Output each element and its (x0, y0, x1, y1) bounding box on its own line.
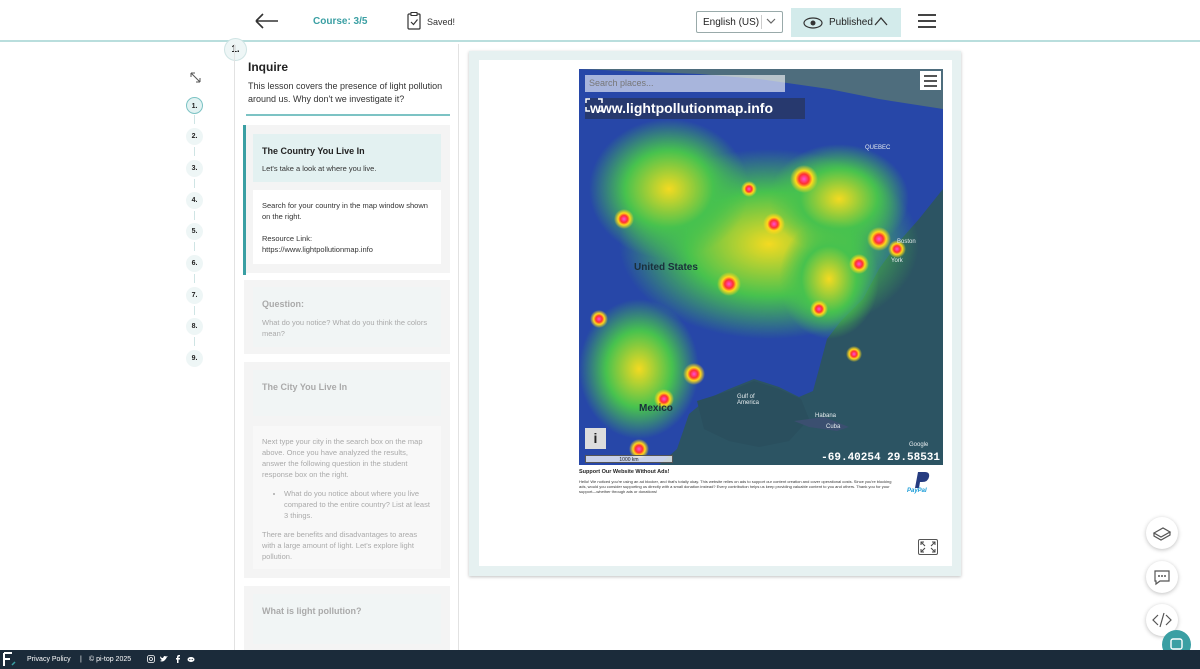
published-label: Published (829, 17, 873, 28)
map-label-boston: Boston (897, 239, 916, 245)
step-connector (194, 274, 195, 283)
language-select[interactable]: English (US) (696, 11, 783, 33)
step-connector (194, 337, 195, 346)
card-country-header: The Country You Live In Let's take a loo… (253, 134, 441, 182)
saved-check-icon (407, 12, 421, 30)
map-label-mexico: Mexico (639, 403, 673, 414)
top-bar: Course: 3/5 Saved! English (US) Publishe… (0, 0, 1200, 42)
step-connector (194, 115, 195, 124)
card-heading: Question: (262, 299, 304, 309)
course-progress[interactable]: Course: 3/5 (313, 16, 367, 27)
speech-bubble-icon (1154, 570, 1170, 586)
code-icon (1152, 612, 1172, 628)
map-label-us: United States (634, 262, 698, 273)
step-connector (194, 306, 195, 315)
ad-text: Hello! We noticed you're using an ad blo… (579, 479, 892, 494)
card-city-body: Next type your city in the search box on… (253, 426, 441, 569)
map-site-banner: www.lightpollutionmap.info (585, 98, 805, 119)
lesson-panel: Inquire This lesson covers the presence … (234, 44, 459, 650)
map-search-input[interactable]: Search places... (585, 75, 785, 92)
resource-link[interactable]: https://www.lightpollutionmap.info (262, 244, 432, 255)
embed-frame: Search places... www.lightpollutionmap.i… (479, 60, 952, 566)
resource-label: Resource Link: (262, 234, 313, 243)
expand-icon (920, 541, 936, 553)
map-label-cuba: Cuba (826, 424, 841, 430)
divider (246, 114, 450, 116)
step-7[interactable]: 7. (186, 287, 203, 304)
step-5[interactable]: 5. (186, 223, 203, 240)
step-2[interactable]: 2. (186, 128, 203, 145)
ad-heading: Support Our Website Without Ads! (579, 469, 670, 475)
fullscreen-icon[interactable] (585, 98, 603, 112)
step-4[interactable]: 4. (186, 192, 203, 209)
pi-top-logo-icon (3, 652, 16, 666)
facebook-icon[interactable] (174, 655, 182, 663)
step-connector (194, 147, 195, 156)
card-text: Search for your country in the map windo… (262, 201, 428, 221)
step-3[interactable]: 3. (186, 160, 203, 177)
map-label-quebec: QUEBEC (865, 145, 891, 151)
bullet-list: What do you notice about where you live … (284, 488, 432, 521)
expand-embed-button[interactable] (918, 539, 938, 555)
privacy-policy-link[interactable]: Privacy Policy (27, 656, 71, 663)
map-menu-icon[interactable] (920, 71, 941, 90)
resources-fab[interactable] (1146, 517, 1178, 549)
map-scale-bar: 1000 km (585, 455, 673, 463)
map-label-google: Google (909, 442, 929, 448)
step-9[interactable]: 9. (186, 350, 203, 367)
twitter-icon[interactable] (160, 655, 168, 663)
step-connector (194, 242, 195, 251)
footer: Privacy Policy | © pi-top 2025 (0, 650, 1200, 669)
step-8[interactable]: 8. (186, 318, 203, 335)
card-country-body: Search for your country in the map windo… (253, 190, 441, 264)
footer-separator: | (80, 656, 82, 663)
map-label-york: York (891, 258, 903, 264)
ad-notice: Support Our Website Without Ads! Hello! … (579, 469, 943, 505)
card-subheading: Let's take a look at where you live. (262, 164, 377, 173)
card-text: Next type your city in the search box on… (262, 437, 423, 479)
select-divider (761, 15, 762, 29)
step-connector (194, 179, 195, 188)
saved-status: Saved! (427, 17, 456, 27)
hamburger-menu-icon[interactable] (918, 14, 936, 28)
light-pollution-map[interactable]: Search places... www.lightpollutionmap.i… (579, 69, 943, 465)
eye-icon (803, 17, 823, 29)
card-heading: The Country You Live In (262, 146, 365, 156)
back-arrow-icon[interactable] (254, 10, 280, 32)
book-stack-icon (1152, 527, 1172, 541)
card-what-is-header: What is light pollution? (253, 594, 441, 644)
published-button[interactable]: Published (791, 8, 901, 37)
list-item: What do you notice about where you live … (284, 488, 432, 521)
map-label-havana: Habana (815, 413, 837, 419)
chevron-down-icon (766, 18, 776, 24)
card-heading: The City You Live In (262, 382, 348, 392)
embed-panel: Search places... www.lightpollutionmap.i… (469, 51, 961, 576)
step-6[interactable]: 6. (186, 255, 203, 272)
map-coordinates: -69.40254 29.58531 (821, 452, 940, 464)
card-heading: What is light pollution? (262, 606, 362, 616)
map-info-button[interactable]: i (585, 428, 606, 449)
step-connector (194, 211, 195, 220)
discord-icon[interactable] (187, 655, 195, 663)
step-1[interactable]: 1. (186, 97, 203, 114)
lesson-intro: This lesson covers the presence of light… (248, 81, 443, 104)
language-value: English (US) (703, 17, 760, 28)
card-question-body: Question: What do you notice? What do yo… (253, 287, 441, 347)
comments-fab[interactable] (1146, 561, 1178, 593)
card-city-header: The City You Live In (253, 370, 441, 416)
card-text: There are benefits and disadvantages to … (262, 530, 418, 561)
card-text: What do you notice? What do you think th… (262, 318, 428, 338)
map-label-gulf: Gulf of America (737, 394, 760, 406)
lesson-title: Inquire (248, 60, 289, 74)
paypal-logo[interactable]: PayPal (905, 471, 937, 497)
paypal-text: PayPal (907, 488, 927, 494)
map-site-name: www.lightpollutionmap.info (590, 100, 774, 116)
instagram-icon[interactable] (147, 655, 155, 663)
chevron-up-icon (874, 17, 888, 26)
active-card-indicator (243, 125, 246, 275)
copyright: © pi-top 2025 (89, 656, 132, 663)
collapse-arrows-icon[interactable] (190, 72, 201, 83)
